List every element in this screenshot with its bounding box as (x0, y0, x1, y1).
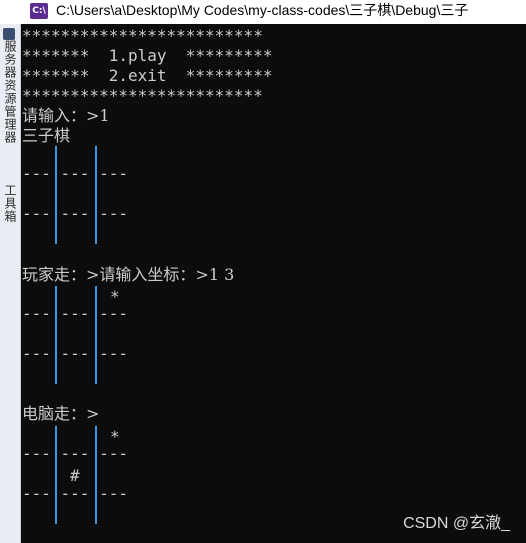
sidebar-tab-server-explorer[interactable]: 服务器资源管理器 (2, 40, 19, 144)
console-output: ************************* ******* 1.play… (21, 24, 526, 543)
input-prompt: 请输入：>1 (22, 106, 110, 125)
board2-grid-line (55, 286, 57, 384)
sidebar-tab-toolbox[interactable]: 工具箱 (2, 184, 19, 223)
board3-grid-line (95, 426, 97, 524)
menu-item-exit: ******* 2.exit ********* (22, 66, 273, 85)
board1-grid-line (55, 146, 57, 244)
board1-grid-line (95, 146, 97, 244)
game-name: 三子棋 (22, 126, 71, 145)
board1-row-sep: --- --- --- (22, 204, 128, 223)
computer-prompt: 电脑走：> (22, 404, 100, 423)
menu-border-bottom: ************************* (22, 86, 263, 105)
board2-row-sep: --- --- --- (22, 304, 128, 323)
ide-sidebar: 服务器资源管理器 工具箱 (0, 24, 21, 543)
player-prompt: 玩家走：>请输入坐标：>1 3 (22, 265, 235, 284)
csdn-watermark: CSDN @玄澈_ (403, 515, 510, 532)
board3-row-sep: --- --- --- (22, 444, 128, 463)
window-title: C:\Users\a\Desktop\My Codes\my-class-cod… (56, 2, 469, 18)
pin-icon[interactable] (3, 28, 15, 40)
console-app-icon: C:\ (30, 3, 48, 19)
board2-grid-line (95, 286, 97, 384)
menu-item-play: ******* 1.play ********* (22, 46, 273, 65)
board3-row-sep: --- --- --- (22, 484, 128, 503)
board3-grid-line (55, 426, 57, 524)
window-titlebar: C:\ C:\Users\a\Desktop\My Codes\my-class… (0, 0, 526, 25)
board1-row-sep: --- --- --- (22, 164, 128, 183)
board2-row-sep: --- --- --- (22, 344, 128, 363)
menu-border-top: ************************* (22, 26, 263, 45)
board3-cell-computer-mark: # (70, 466, 80, 485)
